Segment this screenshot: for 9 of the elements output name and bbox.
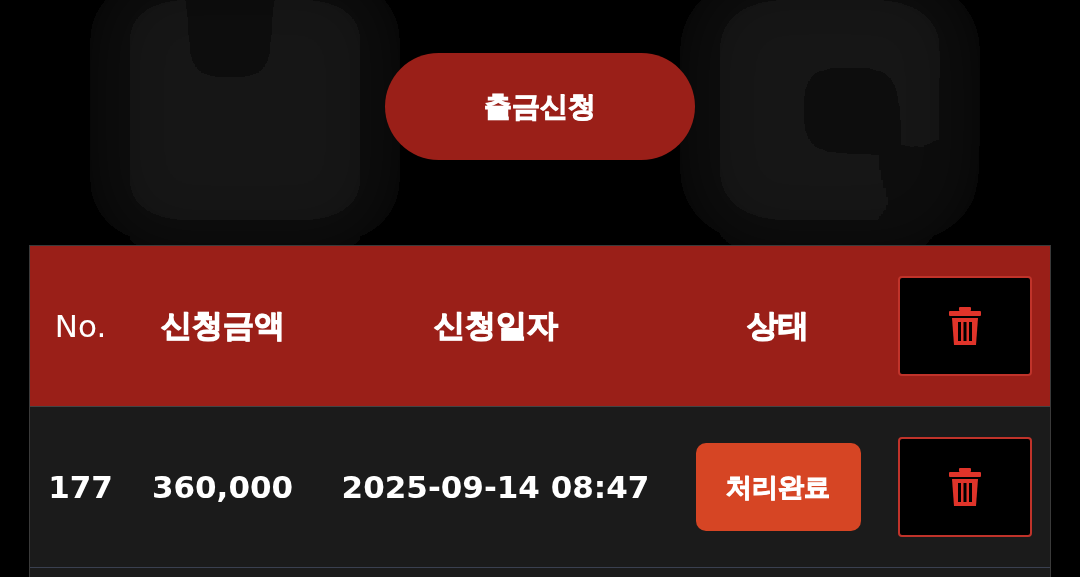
column-header: 상태: [746, 306, 810, 345]
table-cell-text: 360,000: [150, 469, 295, 505]
table-cell-text: 2025-09-14 08:47: [340, 469, 651, 505]
column-header: 신청금액: [159, 306, 286, 345]
withdraw-button[interactable]: 출금신청: [385, 53, 695, 160]
status-button[interactable]: 처리완료: [695, 443, 861, 531]
table-cell-text: 177: [47, 469, 114, 505]
column-header: 신청일자: [432, 306, 559, 345]
column-header: No.: [53, 308, 108, 344]
